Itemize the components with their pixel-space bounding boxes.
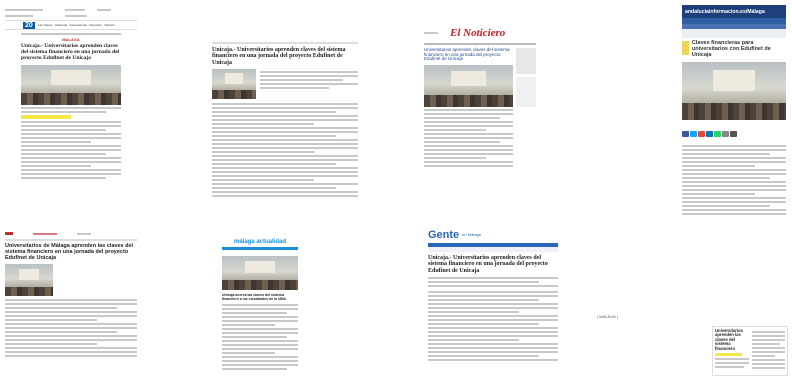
article-headline: Unicaja.- Universitarios aprenden claves… bbox=[21, 43, 120, 61]
article-headline: Universitarios aprenden las claves del s… bbox=[715, 328, 743, 351]
newspaper-logo[interactable]: málaga actualidad bbox=[234, 239, 286, 245]
mail-icon[interactable] bbox=[722, 131, 729, 138]
google-plus-icon[interactable] bbox=[698, 131, 705, 138]
clipping-gente-malaga: Gente en Málaga Unicaja.- Universitarios… bbox=[428, 228, 558, 376]
article-headline: Claves financieras para universitarios c… bbox=[691, 40, 771, 58]
article-headline: Universitarios de Málaga aprenden las cl… bbox=[5, 243, 134, 261]
article-photo bbox=[5, 264, 53, 297]
article-headline: Unicaja acerca las claves del sistema fi… bbox=[222, 293, 286, 301]
whatsapp-icon[interactable] bbox=[714, 131, 721, 138]
article-photo bbox=[424, 65, 513, 108]
article-photo bbox=[222, 256, 298, 290]
share-bar[interactable] bbox=[682, 124, 786, 142]
brand-logo[interactable]: andaluciainformacion.es/Málaga bbox=[685, 9, 765, 15]
article-headline: Universitarios aprenden claves del siste… bbox=[424, 47, 510, 62]
brand-logo[interactable]: 20 bbox=[23, 21, 35, 29]
clipping-andalucia-informacion: andaluciainformacion.es/Málaga Claves fi… bbox=[682, 5, 786, 227]
twitter-icon[interactable] bbox=[690, 131, 697, 138]
section-tag: | MÁLAGA | bbox=[597, 314, 618, 319]
newspaper-logo[interactable]: El Noticiero bbox=[450, 27, 505, 39]
collage-canvas: 20 Las Claves · Nacional · Internacional… bbox=[0, 0, 792, 376]
clipping-20minutos: 20 Las Claves · Nacional · Internacional… bbox=[5, 5, 137, 227]
facebook-icon[interactable] bbox=[682, 131, 689, 138]
article-photo bbox=[682, 62, 786, 121]
newspaper-logo[interactable]: Gente bbox=[428, 229, 459, 241]
print-icon[interactable] bbox=[730, 131, 737, 138]
linkedin-icon[interactable] bbox=[706, 131, 713, 138]
clip-header bbox=[5, 5, 137, 20]
article-headline: Unicaja.- Universitarios aprenden claves… bbox=[212, 47, 346, 66]
clipping-el-noticiero: El Noticiero Universitarios aprenden cla… bbox=[424, 25, 536, 225]
site-header: andaluciainformacion.es/Málaga bbox=[682, 5, 786, 18]
article-photo bbox=[212, 68, 256, 99]
clipping-print-scan: Universitarios aprenden las claves del s… bbox=[712, 326, 788, 376]
section-label: MALAGA bbox=[62, 37, 80, 42]
article-photo bbox=[21, 64, 121, 105]
top-nav[interactable]: Las Claves · Nacional · Internacional · … bbox=[38, 23, 115, 27]
clipping-malaga-actualidad: málaga actualidad Unicaja acerca las cla… bbox=[222, 232, 298, 374]
newspaper-subbrand: en Málaga bbox=[462, 232, 481, 237]
clipping-malaga-news: Universitarios de Málaga aprenden las cl… bbox=[5, 230, 137, 376]
clipping-europapress: Unicaja.- Universitarios aprenden claves… bbox=[212, 40, 358, 220]
article-headline: Unicaja.- Universitarios aprenden claves… bbox=[428, 255, 548, 274]
